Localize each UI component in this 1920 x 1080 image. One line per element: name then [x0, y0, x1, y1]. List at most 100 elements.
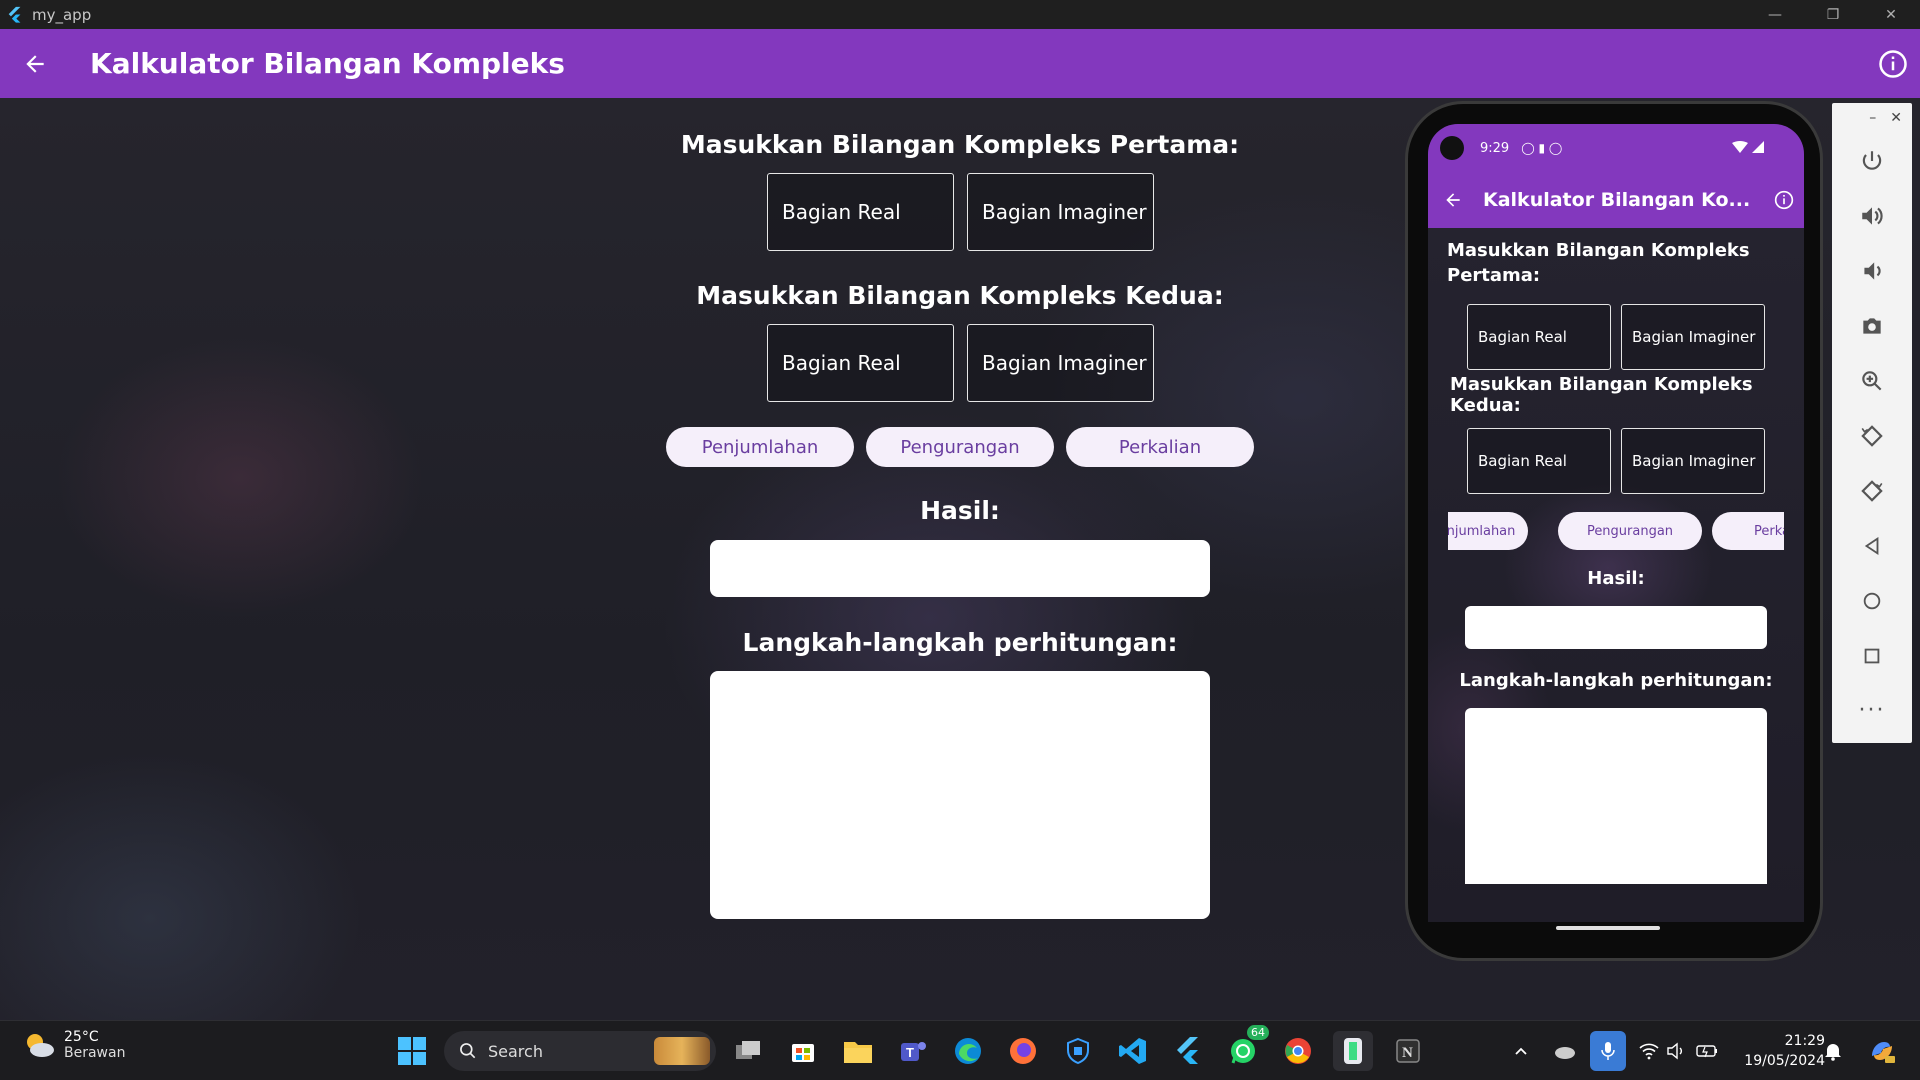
first-real-input[interactable]: Bagian Real: [767, 173, 954, 251]
firefox-icon[interactable]: [1003, 1031, 1043, 1071]
phone-page-title: Kalkulator Bilangan Ko...: [1483, 189, 1751, 211]
result-heading: Hasil:: [920, 496, 1000, 525]
camera-cutout: [1440, 136, 1464, 160]
onedrive-icon[interactable]: [1550, 1031, 1580, 1071]
volume-down-icon[interactable]: [1832, 243, 1912, 298]
phone-second-heading: Masukkan Bilangan Kompleks Kedua:: [1450, 374, 1753, 416]
emulator-toolbar: – ✕ ···: [1832, 103, 1912, 743]
phone-add-button[interactable]: njumlahan: [1448, 512, 1528, 550]
back-arrow-icon[interactable]: [0, 29, 70, 98]
window-controls: — ❐ ✕: [1746, 0, 1920, 29]
window-title: my_app: [32, 5, 92, 24]
search-highlight-image: [654, 1037, 710, 1065]
weather-widget[interactable]: 25°C Berawan: [22, 1029, 125, 1061]
rotate-left-icon[interactable]: [1832, 408, 1912, 463]
info-icon[interactable]: [1878, 49, 1908, 79]
taskbar-clock[interactable]: 21:29 19/05/2024: [1735, 1031, 1825, 1071]
emulator-minimize-icon[interactable]: –: [1869, 110, 1876, 126]
app-shield-icon[interactable]: [1058, 1031, 1098, 1071]
phone-first-heading-line1: Masukkan Bilangan Kompleks: [1447, 240, 1750, 261]
phone-back-arrow-icon[interactable]: [1443, 190, 1463, 210]
phone-info-icon[interactable]: [1774, 190, 1794, 210]
tray-chevron-icon[interactable]: [1506, 1031, 1536, 1071]
phone-subtract-button[interactable]: Pengurangan: [1558, 512, 1702, 550]
app-bar: Kalkulator Bilangan Kompleks: [0, 29, 1920, 98]
phone-app-bar: Kalkulator Bilangan Ko...: [1428, 172, 1804, 228]
weather-condition: Berawan: [64, 1045, 126, 1061]
search-icon: [460, 1043, 476, 1059]
flutter-icon: [8, 6, 21, 23]
taskbar: 25°C Berawan Search T 64 N 21:29 19/05/2…: [0, 1020, 1920, 1080]
vscode-icon[interactable]: [1113, 1031, 1153, 1071]
home-circle-icon[interactable]: [1832, 573, 1912, 628]
search-label: Search: [488, 1041, 543, 1061]
phone-first-imag-input[interactable]: Bagian Imaginer: [1621, 304, 1765, 370]
task-view-icon[interactable]: [728, 1031, 768, 1071]
clock-date: 19/05/2024: [1744, 1053, 1825, 1069]
phone-body: Masukkan Bilangan Kompleks Pertama: Bagi…: [1428, 228, 1804, 922]
steps-heading: Langkah-langkah perhitungan:: [742, 628, 1178, 657]
file-explorer-icon[interactable]: [838, 1031, 878, 1071]
camera-icon[interactable]: [1832, 298, 1912, 353]
subtract-button[interactable]: Pengurangan: [866, 427, 1054, 467]
volume-up-icon[interactable]: [1832, 188, 1912, 243]
phone-first-real-input[interactable]: Bagian Real: [1467, 304, 1611, 370]
phone-second-imag-input[interactable]: Bagian Imaginer: [1621, 428, 1765, 494]
chrome-icon[interactable]: [1278, 1031, 1318, 1071]
steps-field[interactable]: [710, 671, 1210, 919]
rotate-right-icon[interactable]: [1832, 463, 1912, 518]
status-time: 9:29: [1480, 140, 1510, 156]
microphone-icon[interactable]: [1590, 1031, 1626, 1071]
overview-square-icon[interactable]: [1832, 628, 1912, 683]
clock-time: 21:29: [1784, 1033, 1825, 1049]
svg-text:T: T: [906, 1045, 914, 1060]
phone-multiply-button[interactable]: Perka: [1712, 512, 1784, 550]
emulator-app-icon[interactable]: [1333, 1031, 1373, 1071]
phone-result-heading: Hasil:: [1587, 568, 1645, 589]
add-button[interactable]: Penjumlahan: [666, 427, 854, 467]
power-icon[interactable]: [1832, 133, 1912, 188]
first-imag-input[interactable]: Bagian Imaginer: [967, 173, 1154, 251]
flutter-taskbar-icon[interactable]: [1168, 1031, 1208, 1071]
back-triangle-icon[interactable]: [1832, 518, 1912, 573]
wifi-icon[interactable]: [1634, 1031, 1664, 1071]
phone-steps-field[interactable]: [1465, 708, 1767, 884]
multiply-button[interactable]: Perkalian: [1066, 427, 1254, 467]
phone-result-field[interactable]: [1465, 606, 1767, 649]
zoom-icon[interactable]: [1832, 353, 1912, 408]
speaker-icon[interactable]: [1662, 1031, 1692, 1071]
second-imag-input[interactable]: Bagian Imaginer: [967, 324, 1154, 402]
page-title: Kalkulator Bilangan Kompleks: [90, 47, 565, 80]
phone-status-bar: 9:29 ◯ ▮ ◯: [1428, 124, 1804, 172]
calculator-form: Masukkan Bilangan Kompleks Pertama: Bagi…: [660, 98, 1260, 1020]
svg-text:N: N: [1402, 1045, 1413, 1061]
start-button[interactable]: [392, 1031, 432, 1071]
window-titlebar: my_app — ❐ ✕: [0, 0, 1920, 29]
notification-bell-icon[interactable]: [1818, 1031, 1848, 1071]
second-real-input[interactable]: Bagian Real: [767, 324, 954, 402]
battery-icon[interactable]: [1692, 1031, 1722, 1071]
emulator-close-icon[interactable]: ✕: [1890, 110, 1902, 126]
emulator-toolbar-header: – ✕: [1832, 103, 1912, 133]
close-button[interactable]: ✕: [1862, 0, 1920, 29]
phone-home-indicator[interactable]: [1556, 926, 1660, 930]
phone-add-label: njumlahan: [1448, 523, 1516, 539]
copilot-icon[interactable]: [1862, 1031, 1902, 1071]
result-field[interactable]: [710, 540, 1210, 597]
phone-screen: 9:29 ◯ ▮ ◯ Kalkulator Bilangan Ko... Mas…: [1428, 124, 1804, 922]
notion-icon[interactable]: N: [1388, 1031, 1428, 1071]
phone-second-real-input[interactable]: Bagian Real: [1467, 428, 1611, 494]
whatsapp-icon[interactable]: 64: [1223, 1025, 1269, 1071]
taskbar-search[interactable]: Search: [444, 1031, 716, 1071]
phone-ops-row: njumlahan Pengurangan Perka: [1448, 511, 1784, 551]
partly-cloudy-icon: [27, 1034, 54, 1057]
teams-icon[interactable]: T: [893, 1031, 933, 1071]
restore-button[interactable]: ❐: [1804, 0, 1862, 29]
second-number-heading: Masukkan Bilangan Kompleks Kedua:: [696, 281, 1224, 310]
microsoft-store-icon[interactable]: [783, 1031, 823, 1071]
phone-first-heading: Masukkan Bilangan Kompleks Pertama:: [1447, 240, 1750, 286]
more-icon[interactable]: ···: [1832, 683, 1912, 738]
minimize-button[interactable]: —: [1746, 0, 1804, 29]
edge-icon[interactable]: [948, 1031, 988, 1071]
phone-first-heading-line2: Pertama:: [1447, 265, 1541, 286]
